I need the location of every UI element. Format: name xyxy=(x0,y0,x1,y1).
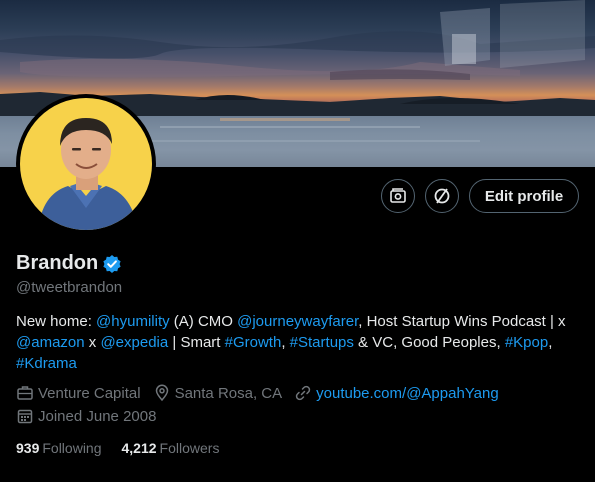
location-text: Santa Rosa, CA xyxy=(174,384,283,402)
profile-name: Brandon xyxy=(16,252,99,274)
bio-text: , xyxy=(548,334,553,351)
followers-count: 4,212 xyxy=(121,440,157,456)
following-label: Following xyxy=(42,440,102,456)
bio-mention-link[interactable]: @expedia xyxy=(100,334,168,351)
profile-website[interactable]: youtube.com/@AppahYang xyxy=(294,384,499,402)
link-icon xyxy=(295,385,311,401)
joined-text: Joined June 2008 xyxy=(38,407,157,425)
avatar-photo xyxy=(20,98,152,230)
edit-profile-button[interactable]: Edit profile xyxy=(469,179,579,213)
media-studio-button[interactable] xyxy=(381,179,415,213)
briefcase-icon xyxy=(17,386,33,400)
profile-meta-joined: Joined June 2008 xyxy=(16,407,168,425)
location-pin-icon xyxy=(155,384,168,402)
circle-slash-icon xyxy=(434,188,450,204)
verified-badge-icon[interactable] xyxy=(102,254,122,274)
following-count: 939 xyxy=(16,440,40,456)
profile-bio: New home: @hyumility (A) CMO @journeyway… xyxy=(16,311,586,374)
following-link[interactable]: 939 Following xyxy=(16,440,102,456)
bio-hashtag-link[interactable]: #Growth xyxy=(225,334,282,351)
media-studio-icon xyxy=(390,188,406,203)
bio-hashtag-link[interactable]: #Kdrama xyxy=(16,355,77,372)
profile-joined: Joined June 2008 xyxy=(16,407,156,425)
bio-text: (A) CMO xyxy=(169,313,238,330)
bio-text: , xyxy=(281,334,290,351)
bio-hashtag-link[interactable]: #Kpop xyxy=(505,334,548,351)
profile-meta: Venture Capital Santa Rosa, CA youtube.c… xyxy=(16,384,511,402)
bio-hashtag-link[interactable]: #Startups xyxy=(290,334,354,351)
bio-text: & VC, Good Peoples, xyxy=(353,334,505,351)
profile-name-row: Brandon xyxy=(16,252,122,275)
bio-mention-link[interactable]: @amazon xyxy=(16,334,85,351)
profile-location: Santa Rosa, CA xyxy=(153,384,283,402)
follow-stats: 939 Following 4,212 Followers xyxy=(16,440,239,456)
followers-link[interactable]: 4,212 Followers xyxy=(122,440,220,456)
followers-label: Followers xyxy=(159,440,220,456)
bio-mention-link[interactable]: @hyumility xyxy=(96,313,170,330)
avatar[interactable] xyxy=(16,94,156,234)
website-link[interactable]: youtube.com/@AppahYang xyxy=(316,385,499,402)
calendar-icon xyxy=(17,409,33,424)
bio-text: , Host Startup Wins Podcast | x xyxy=(358,313,566,330)
bio-mention-link[interactable]: @journeywayfarer xyxy=(237,313,358,330)
bio-text: New home: xyxy=(16,313,97,330)
profile-handle: @tweetbrandon xyxy=(16,279,123,296)
category-text: Venture Capital xyxy=(38,384,141,402)
bio-text: x xyxy=(84,334,101,351)
bio-text: | Smart xyxy=(168,334,225,351)
norm-button[interactable] xyxy=(425,179,459,213)
profile-category: Venture Capital xyxy=(16,384,141,402)
